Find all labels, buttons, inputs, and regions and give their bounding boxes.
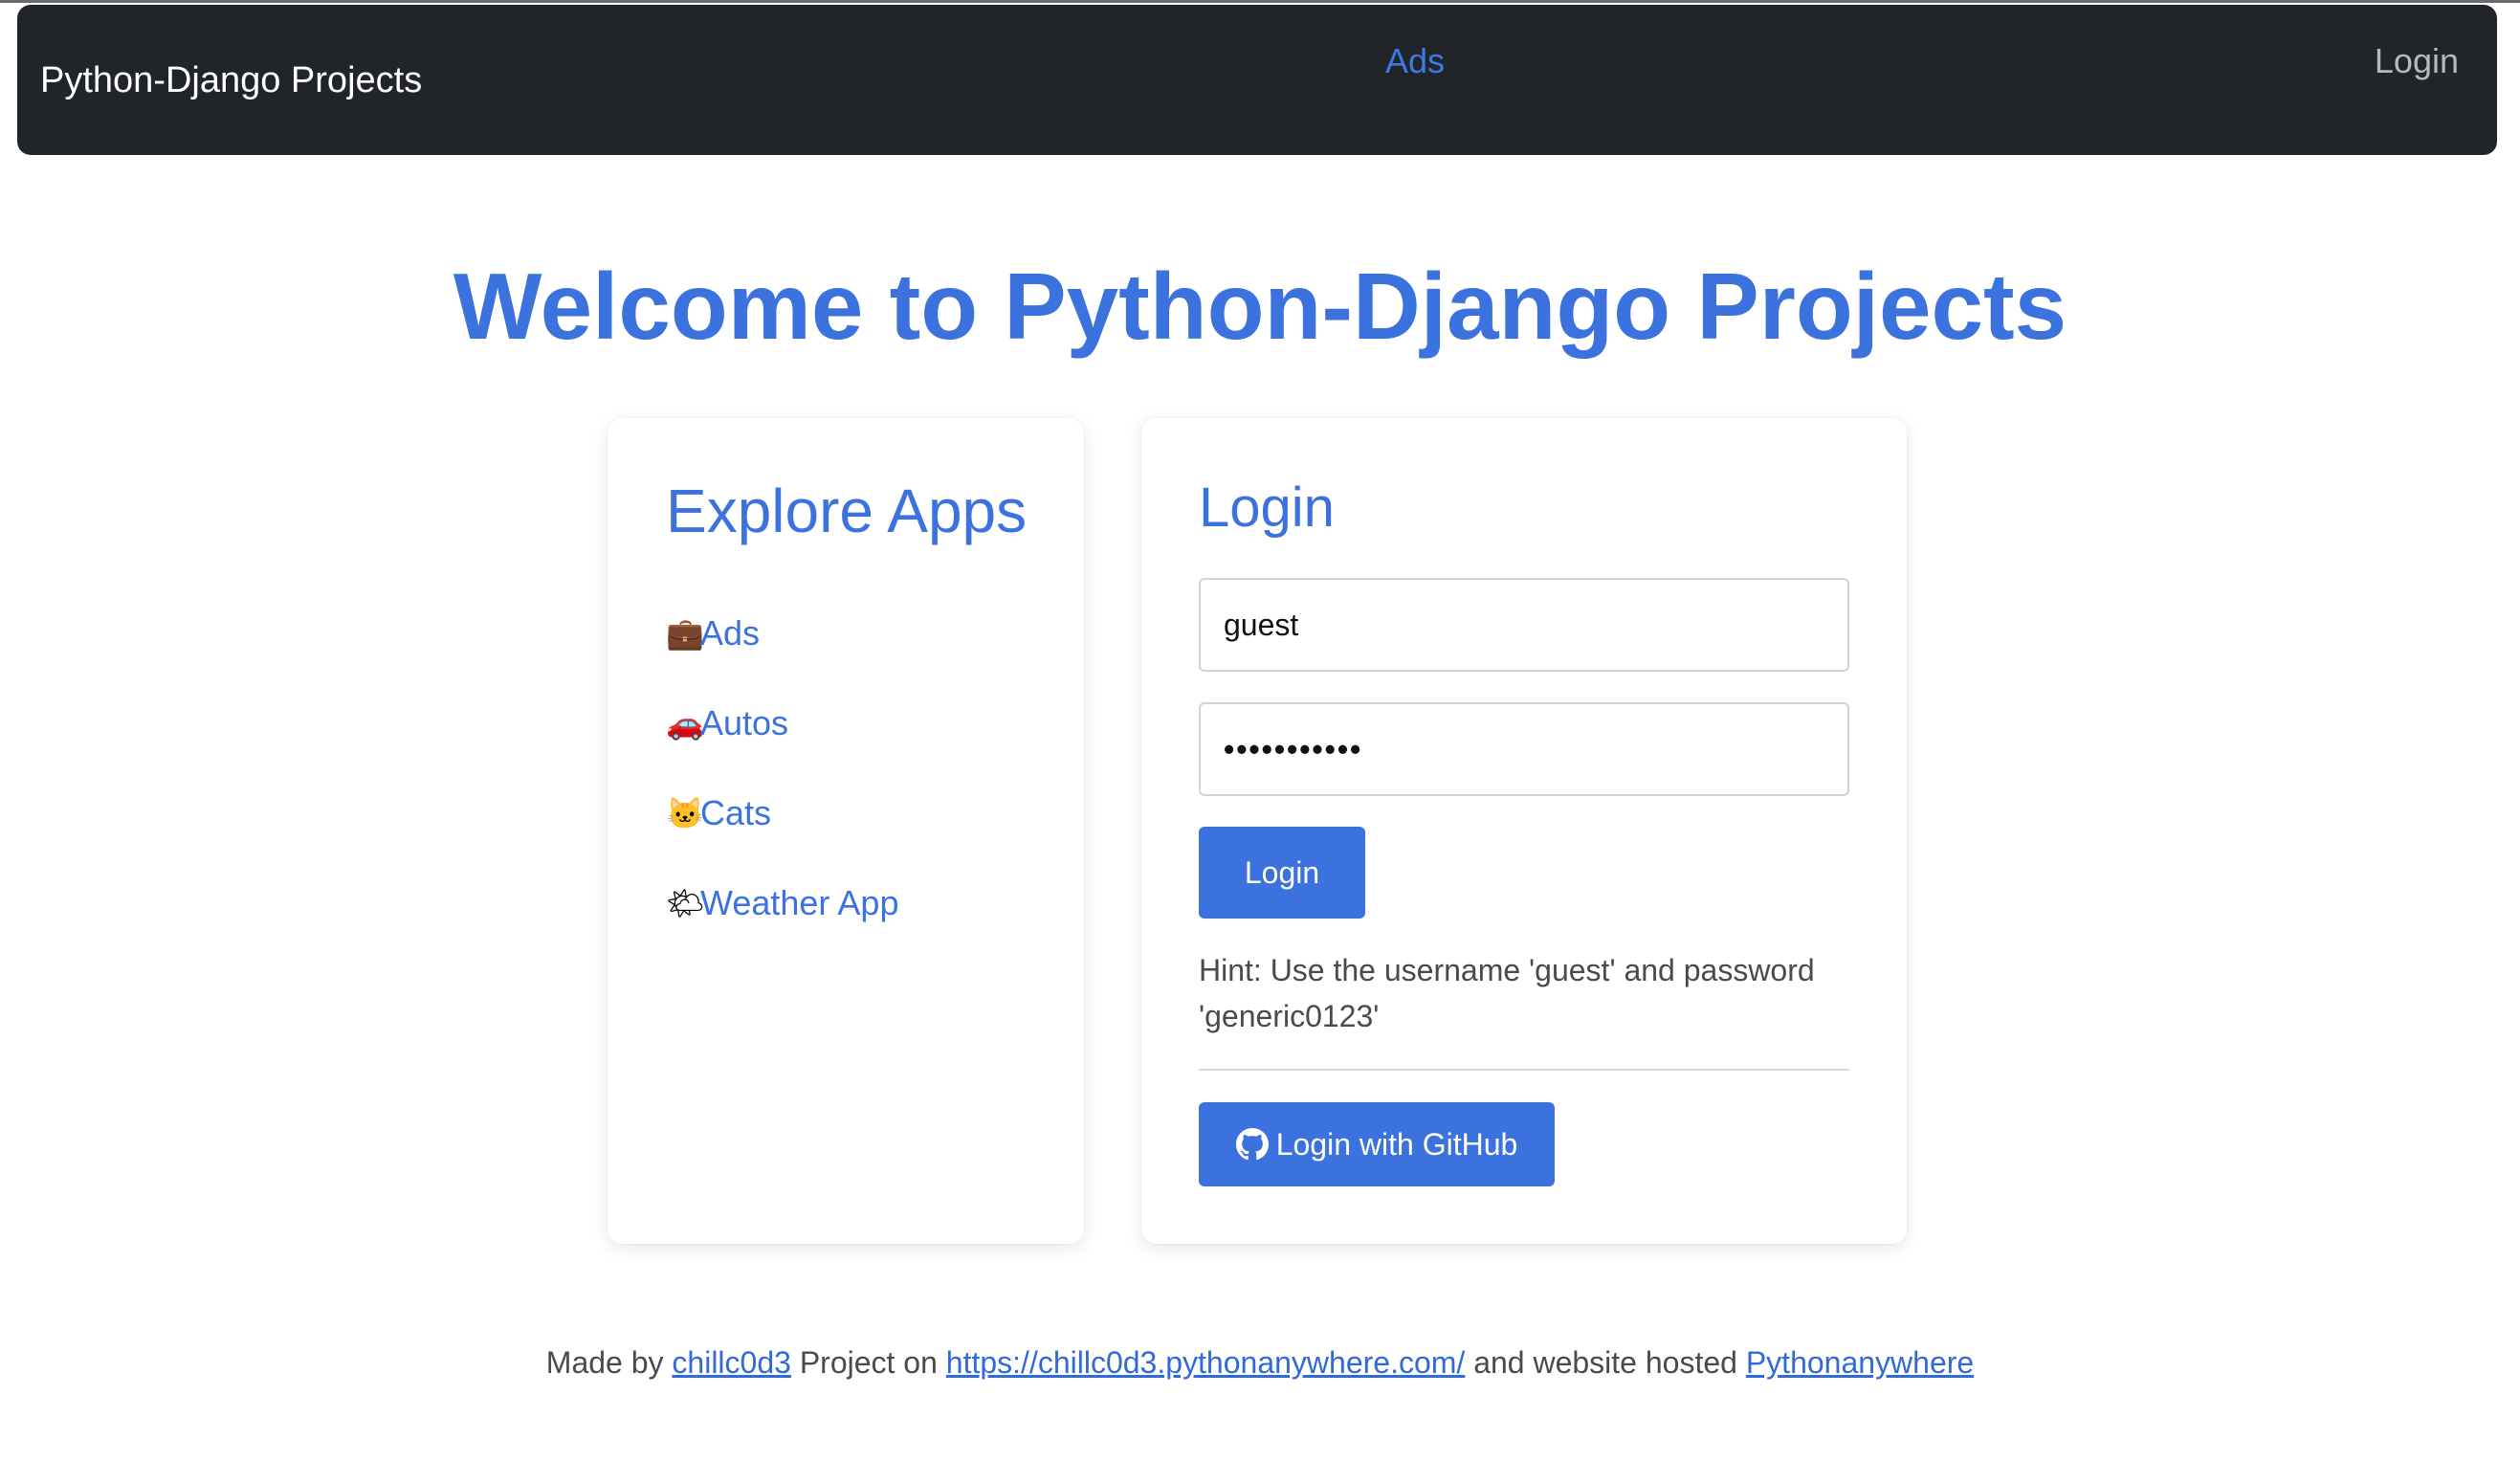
login-title: Login [1199,476,1335,539]
password-input[interactable]: ••••••••••• [1199,702,1849,796]
app-link-autos[interactable]: Autos [700,702,788,744]
app-list: 💼 Ads 🚗 Autos 🐱 Cats 🌤 Weather App [666,588,898,948]
app-link-weather[interactable]: Weather App [700,882,898,924]
sun-cloud-icon: 🌤 [666,886,705,920]
footer: Made by chillc0d3 Project on https://chi… [0,1340,2520,1385]
navbar: Python-Django Projects Ads Login [17,5,2497,155]
app-link-cats[interactable]: Cats [700,792,771,834]
divider [1199,1069,1849,1071]
github-login-button[interactable]: Login with GitHub [1199,1102,1555,1186]
window-top-border [0,0,2520,3]
nav-link-ads[interactable]: Ads [1385,40,1445,82]
app-item-weather: 🌤 Weather App [666,858,898,948]
footer-hosted-text: and website hosted [1473,1345,1737,1380]
page-title: Welcome to Python-Django Projects [453,254,2067,359]
app-link-ads[interactable]: Ads [700,612,760,654]
footer-host-link[interactable]: Pythonanywhere [1746,1345,1974,1380]
footer-made-by: Made by [545,1345,664,1380]
explore-apps-title: Explore Apps [666,476,1028,545]
explore-apps-card: Explore Apps 💼 Ads 🚗 Autos 🐱 Cats 🌤 Weat… [608,418,1084,1244]
nav-link-login[interactable]: Login [2375,40,2459,82]
navbar-brand[interactable]: Python-Django Projects [40,59,422,101]
app-item-ads: 💼 Ads [666,588,898,678]
app-item-autos: 🚗 Autos [666,678,898,768]
briefcase-icon: 💼 [666,616,704,651]
github-icon [1235,1128,1269,1161]
login-card: Login guest ••••••••••• Login Hint: Use … [1141,418,1907,1244]
app-item-cats: 🐱 Cats [666,768,898,858]
login-hint: Hint: Use the username 'guest' and passw… [1199,953,1815,1033]
footer-project-link[interactable]: https://chillc0d3.pythonanywhere.com/ [946,1345,1466,1380]
car-icon: 🚗 [666,706,704,741]
footer-project-on: Project on [799,1345,938,1380]
github-login-label: Login with GitHub [1275,1126,1518,1162]
cat-icon: 🐱 [666,796,704,831]
login-button[interactable]: Login [1199,827,1365,919]
footer-author-link[interactable]: chillc0d3 [672,1345,791,1380]
username-input[interactable]: guest [1199,578,1849,672]
